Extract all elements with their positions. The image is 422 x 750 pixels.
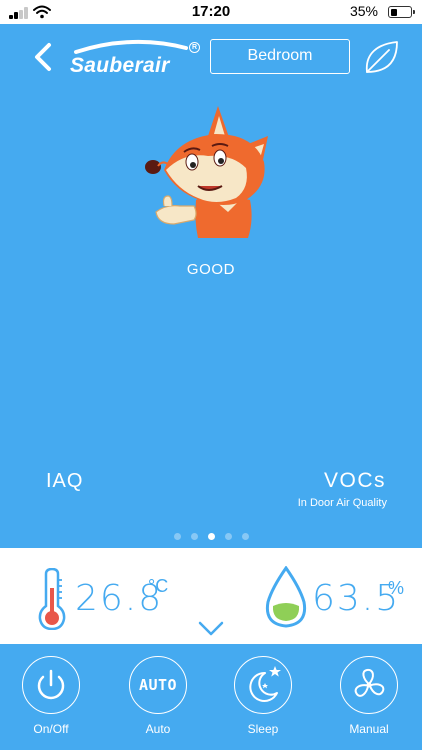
humidity-unit: % xyxy=(388,578,405,598)
control-bar: On/Off AUTO Auto Sleep Manual xyxy=(0,644,422,750)
auto-button[interactable]: AUTO Auto xyxy=(123,656,193,736)
sleep-button-circle[interactable] xyxy=(234,656,292,714)
iaq-label: IAQ xyxy=(46,470,84,492)
manual-button[interactable]: Manual xyxy=(334,656,404,736)
power-button-circle[interactable] xyxy=(22,656,80,714)
humidity-drop-icon xyxy=(265,566,307,628)
moon-stars-icon xyxy=(249,666,281,702)
vocs-label: VOCs xyxy=(323,469,386,492)
page-indicator xyxy=(0,533,422,540)
fan-icon xyxy=(354,668,385,697)
power-icon xyxy=(37,669,65,700)
page-dot[interactable] xyxy=(207,533,215,540)
sleep-button[interactable]: Sleep xyxy=(228,656,298,736)
manual-button-circle[interactable] xyxy=(340,656,398,714)
thermometer-icon xyxy=(38,568,66,630)
sleep-button-label: Sleep xyxy=(247,722,279,736)
back-button[interactable] xyxy=(28,40,58,74)
battery-percent: 35% xyxy=(349,3,378,19)
power-button[interactable]: On/Off xyxy=(16,656,86,736)
page-dot[interactable] xyxy=(224,533,232,540)
room-selector-button[interactable]: Bedroom xyxy=(210,39,350,74)
logo-text: Sauberair xyxy=(70,54,170,77)
status-bar: 17:20 35% xyxy=(0,0,422,24)
fox-mascot xyxy=(145,106,268,238)
humidity-value: 63.5 xyxy=(312,578,401,619)
battery-icon xyxy=(388,6,415,18)
page-dot[interactable] xyxy=(173,533,181,540)
auto-button-circle[interactable]: AUTO xyxy=(129,656,187,714)
vocs-sublabel: In Door Air Quality xyxy=(297,497,387,509)
auto-button-label: Auto xyxy=(145,722,171,736)
power-button-label: On/Off xyxy=(33,722,69,736)
manual-button-label: Manual xyxy=(349,722,389,736)
air-quality-gauge xyxy=(0,270,422,415)
page-dot[interactable] xyxy=(190,533,198,540)
temperature-unit: °C xyxy=(148,576,169,596)
page-dot[interactable] xyxy=(241,533,249,540)
chevron-down-icon[interactable] xyxy=(197,619,225,637)
readings-panel: 26.8 °C 63.5 % xyxy=(0,548,422,644)
registered-mark: R xyxy=(189,42,200,53)
sauberair-logo: Sauberair R xyxy=(66,36,206,80)
leaf-icon[interactable] xyxy=(361,38,401,76)
auto-icon-text: AUTO xyxy=(138,676,178,694)
